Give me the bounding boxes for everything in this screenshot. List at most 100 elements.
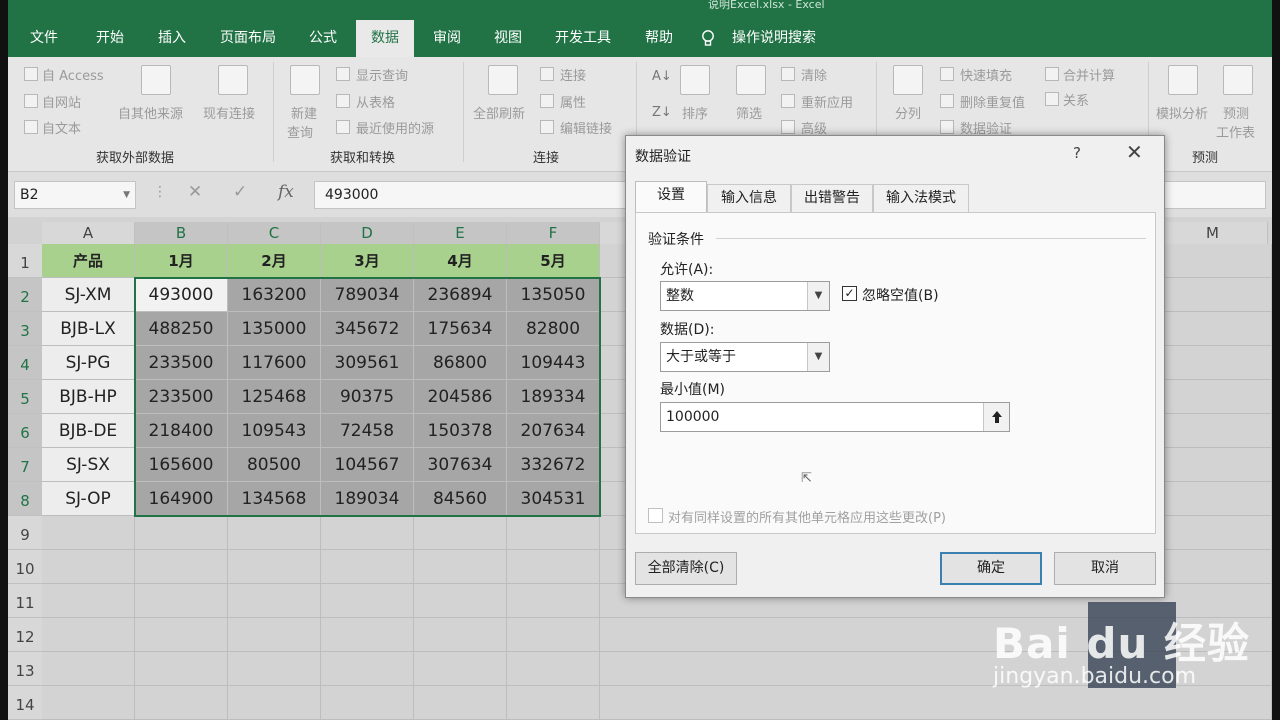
empty-cell[interactable] <box>507 686 600 720</box>
cell-a6[interactable]: BJB-DE <box>42 414 135 448</box>
empty-cell[interactable] <box>414 686 507 720</box>
empty-cell[interactable] <box>135 652 228 686</box>
row-header-14[interactable]: 14 <box>8 686 42 720</box>
empty-cell[interactable] <box>321 686 414 720</box>
empty-cell[interactable] <box>321 550 414 584</box>
cell-e7[interactable]: 307634 <box>414 448 507 482</box>
empty-cell[interactable] <box>228 618 321 652</box>
empty-cell[interactable] <box>507 550 600 584</box>
new-query-label-1[interactable]: 新建 <box>291 103 317 122</box>
cancel-button[interactable]: 取消 <box>1054 552 1156 585</box>
text-to-columns-button[interactable]: 分列 <box>895 103 921 122</box>
cell-f7[interactable]: 332672 <box>507 448 600 482</box>
cell-f4[interactable]: 109443 <box>507 346 600 380</box>
close-icon[interactable]: ✕ <box>1126 140 1143 164</box>
sort-za-icon[interactable]: Z↓ <box>652 105 672 120</box>
empty-cell[interactable] <box>42 652 135 686</box>
cell-e6[interactable]: 150378 <box>414 414 507 448</box>
cell-d6[interactable]: 72458 <box>321 414 414 448</box>
sort-az-icon[interactable]: A↓ <box>652 69 672 84</box>
empty-cell[interactable] <box>228 516 321 550</box>
remove-duplicates-button[interactable]: 删除重复值 <box>960 92 1025 111</box>
row-header-6[interactable]: 6 <box>8 414 42 448</box>
empty-cell[interactable] <box>228 686 321 720</box>
row-header-4[interactable]: 4 <box>8 346 42 380</box>
clear-filter-button[interactable]: 清除 <box>801 65 827 84</box>
edit-links-button[interactable]: 编辑链接 <box>560 118 612 137</box>
apply-all-checkbox[interactable] <box>648 508 663 523</box>
insert-function-icon[interactable]: fx <box>278 182 294 202</box>
cell-e8[interactable]: 84560 <box>414 482 507 516</box>
row-header-12[interactable]: 12 <box>8 618 42 652</box>
consolidate-button[interactable]: 合并计算 <box>1063 65 1115 84</box>
cell-c8[interactable]: 134568 <box>228 482 321 516</box>
tab-settings[interactable]: 设置 <box>635 181 707 213</box>
from-table-button[interactable]: 从表格 <box>356 92 395 111</box>
cell-f5[interactable]: 189334 <box>507 380 600 414</box>
tab-error-alert[interactable]: 出错警告 <box>791 184 873 212</box>
column-header-d[interactable]: D <box>321 222 414 244</box>
cell-b2[interactable]: 493000 <box>135 278 228 312</box>
cell-e1[interactable]: 4月 <box>414 244 507 278</box>
row-header-1[interactable]: 1 <box>8 244 42 278</box>
cell-b5[interactable]: 233500 <box>135 380 228 414</box>
allow-select[interactable]: 整数 ▼ <box>660 281 830 311</box>
tab-formulas[interactable]: 公式 <box>298 22 348 57</box>
empty-cell[interactable] <box>321 516 414 550</box>
row-header-7[interactable]: 7 <box>8 448 42 482</box>
filter-button[interactable]: 筛选 <box>736 103 762 122</box>
cell-b3[interactable]: 488250 <box>135 312 228 346</box>
cell-a7[interactable]: SJ-SX <box>42 448 135 482</box>
connections-button[interactable]: 连接 <box>560 65 586 84</box>
cell-b1[interactable]: 1月 <box>135 244 228 278</box>
data-select[interactable]: 大于或等于 ▼ <box>660 342 830 372</box>
cell-b7[interactable]: 165600 <box>135 448 228 482</box>
empty-cell[interactable] <box>414 618 507 652</box>
cell-f8[interactable]: 304531 <box>507 482 600 516</box>
forecast-sheet-label-1[interactable]: 预测 <box>1223 103 1249 122</box>
cell-e4[interactable]: 86800 <box>414 346 507 380</box>
existing-connections-button[interactable]: 现有连接 <box>203 103 255 122</box>
empty-cell[interactable] <box>321 618 414 652</box>
empty-cell[interactable] <box>414 584 507 618</box>
chevron-down-icon[interactable]: ▼ <box>123 182 130 208</box>
row-header-11[interactable]: 11 <box>8 584 42 618</box>
row-header-9[interactable]: 9 <box>8 516 42 550</box>
empty-cell[interactable] <box>42 686 135 720</box>
cell-c4[interactable]: 117600 <box>228 346 321 380</box>
from-access-button[interactable]: 自 Access <box>42 65 104 84</box>
cell-c3[interactable]: 135000 <box>228 312 321 346</box>
tab-view[interactable]: 视图 <box>483 22 533 57</box>
cell-e2[interactable]: 236894 <box>414 278 507 312</box>
what-if-analysis-button[interactable]: 模拟分析 <box>1156 103 1208 122</box>
tab-data[interactable]: 数据 <box>356 20 414 57</box>
cell-c6[interactable]: 109543 <box>228 414 321 448</box>
cell-d8[interactable]: 189034 <box>321 482 414 516</box>
tab-page-layout[interactable]: 页面布局 <box>208 22 288 57</box>
ignore-blank-checkbox[interactable]: ✓ <box>842 286 857 301</box>
cell-c7[interactable]: 80500 <box>228 448 321 482</box>
tell-me-search[interactable]: 操作说明搜索 <box>724 22 824 57</box>
cell-a5[interactable]: BJB-HP <box>42 380 135 414</box>
empty-cell[interactable] <box>135 516 228 550</box>
show-queries-button[interactable]: 显示查询 <box>356 65 408 84</box>
column-header-f[interactable]: F <box>507 222 600 244</box>
new-query-label-2[interactable]: 查询 <box>287 122 313 141</box>
column-header-c[interactable]: C <box>228 222 321 244</box>
recent-sources-button[interactable]: 最近使用的源 <box>356 118 434 137</box>
empty-cell[interactable] <box>42 550 135 584</box>
empty-cell[interactable] <box>321 652 414 686</box>
cell-d7[interactable]: 104567 <box>321 448 414 482</box>
chevron-down-icon[interactable]: ▼ <box>807 282 829 310</box>
empty-cell[interactable] <box>42 584 135 618</box>
empty-cell[interactable] <box>507 652 600 686</box>
cell-a2[interactable]: SJ-XM <box>42 278 135 312</box>
relationships-button[interactable]: 关系 <box>1063 90 1089 109</box>
cell-c1[interactable]: 2月 <box>228 244 321 278</box>
row-header-2[interactable]: 2 <box>8 278 42 312</box>
select-all-corner[interactable] <box>8 222 42 244</box>
empty-cell[interactable] <box>135 550 228 584</box>
name-box[interactable]: B2 ▼ <box>14 181 136 209</box>
from-web-button[interactable]: 自网站 <box>42 92 81 111</box>
empty-cell[interactable] <box>321 584 414 618</box>
